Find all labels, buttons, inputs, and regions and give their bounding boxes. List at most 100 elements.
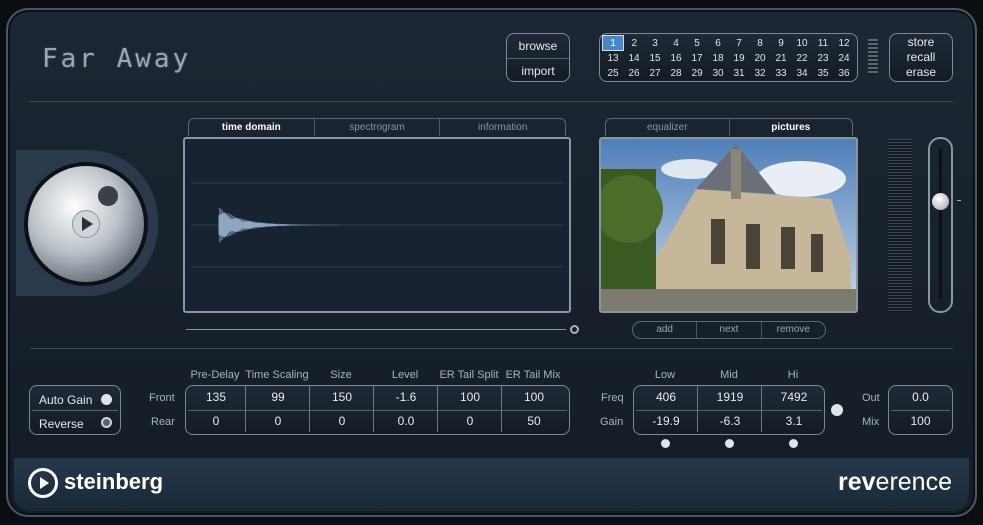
eq-band-toggle[interactable] — [661, 439, 670, 448]
preset-slot[interactable]: 15 — [645, 51, 666, 66]
preset-slot[interactable]: 33 — [771, 66, 792, 81]
auto-gain-toggle[interactable] — [101, 394, 112, 405]
recall-button[interactable]: recall — [890, 50, 952, 65]
preset-slot[interactable]: 32 — [750, 66, 771, 81]
eq-freq-value[interactable]: 406 — [634, 390, 698, 404]
preset-slot[interactable]: 9 — [771, 36, 792, 51]
product-name: reverence — [838, 468, 952, 497]
play-center — [72, 210, 100, 238]
out-value[interactable]: 0.0 — [889, 390, 952, 404]
preset-slot[interactable]: 35 — [813, 66, 834, 81]
preset-slot[interactable]: 6 — [708, 36, 729, 51]
preset-slot[interactable]: 36 — [834, 66, 855, 81]
param-front-value[interactable]: 135 — [186, 390, 246, 404]
eq-band-label: Low — [654, 369, 676, 381]
preset-slot[interactable]: 12 — [834, 36, 855, 51]
param-rear-value[interactable]: 0 — [310, 414, 374, 428]
eq-band-toggle[interactable] — [725, 439, 734, 448]
param-rear-value[interactable]: 0 — [186, 414, 246, 428]
tab-information[interactable]: information — [440, 119, 565, 136]
product-name-rest: erence — [875, 468, 952, 496]
preset-slot[interactable]: 11 — [813, 36, 834, 51]
output-fader[interactable] — [928, 137, 953, 313]
param-front-value[interactable]: 100 — [502, 390, 566, 404]
preset-slot[interactable]: 22 — [792, 51, 813, 66]
eq-band-cell: 406 -19.9 — [634, 386, 698, 432]
preset-slot[interactable]: 27 — [645, 66, 666, 81]
preset-slot[interactable]: 34 — [792, 66, 813, 81]
param-front-value[interactable]: -1.6 — [374, 390, 438, 404]
import-button[interactable]: import — [507, 59, 569, 83]
preset-slot[interactable]: 17 — [687, 51, 708, 66]
reverse-toggle[interactable] — [101, 417, 112, 428]
preset-slot[interactable]: 3 — [645, 36, 666, 51]
out-label: Out — [862, 392, 880, 404]
eq-freq-value[interactable]: 1919 — [698, 390, 762, 404]
remove-picture-button[interactable]: remove — [762, 322, 825, 338]
preset-slot[interactable]: 24 — [834, 51, 855, 66]
preset-slot[interactable]: 13 — [603, 51, 624, 66]
eq-gain-value[interactable]: 3.1 — [762, 414, 826, 428]
preset-slot[interactable]: 29 — [687, 66, 708, 81]
preset-slot[interactable]: 1 — [602, 35, 624, 51]
preset-name-display: Far Away — [42, 44, 192, 74]
preset-slot[interactable]: 2 — [624, 36, 645, 51]
tab-pictures[interactable]: pictures — [730, 119, 853, 136]
param-rear-value[interactable]: 0.0 — [374, 414, 438, 428]
top-divider — [30, 101, 953, 102]
param-rear-value[interactable]: 0 — [246, 414, 310, 428]
preset-slot[interactable]: 20 — [750, 51, 771, 66]
add-picture-button[interactable]: add — [633, 322, 698, 338]
param-rear-value[interactable]: 0 — [438, 414, 502, 428]
scroll-handle[interactable] — [570, 325, 579, 334]
eq-enable-toggle[interactable] — [831, 404, 843, 416]
knob-indicator — [98, 186, 118, 206]
param-cell: 99 0 — [246, 386, 310, 432]
preset-slot[interactable]: 25 — [603, 66, 624, 81]
eq-band-toggle[interactable] — [789, 439, 798, 448]
product-name-bold: rev — [838, 468, 876, 496]
output-level-meter — [888, 139, 912, 312]
parameter-box: 135 0 99 0 150 0 -1.6 0.0 100 0 100 50 — [185, 385, 570, 435]
preset-slot[interactable]: 28 — [666, 66, 687, 81]
param-front-value[interactable]: 100 — [438, 390, 502, 404]
preset-slot[interactable]: 4 — [666, 36, 687, 51]
waveform-display — [183, 137, 571, 313]
eq-gain-value[interactable]: -6.3 — [698, 414, 762, 428]
store-button[interactable]: store — [890, 35, 952, 50]
play-knob[interactable] — [24, 162, 148, 286]
param-cell: 100 50 — [502, 386, 566, 432]
preset-slot[interactable]: 8 — [750, 36, 771, 51]
eq-band-cell: 1919 -6.3 — [698, 386, 762, 432]
preset-slot[interactable]: 7 — [729, 36, 750, 51]
next-picture-button[interactable]: next — [697, 322, 762, 338]
eq-gain-value[interactable]: -19.9 — [634, 414, 698, 428]
preset-slot[interactable]: 10 — [792, 36, 813, 51]
preset-slot[interactable]: 31 — [729, 66, 750, 81]
preset-slot[interactable]: 19 — [729, 51, 750, 66]
param-front-value[interactable]: 150 — [310, 390, 374, 404]
preset-slot[interactable]: 5 — [687, 36, 708, 51]
fader-track — [939, 149, 942, 299]
preset-slot[interactable]: 30 — [708, 66, 729, 81]
mix-value[interactable]: 100 — [889, 414, 952, 428]
waveform-scroll-track[interactable] — [186, 329, 566, 330]
eq-freq-value[interactable]: 7492 — [762, 390, 826, 404]
preset-slot[interactable]: 21 — [771, 51, 792, 66]
erase-button[interactable]: erase — [890, 65, 952, 80]
front-row-label: Front — [149, 392, 175, 404]
preset-slot[interactable]: 16 — [666, 51, 687, 66]
preset-slot[interactable]: 26 — [624, 66, 645, 81]
browse-button[interactable]: browse — [507, 34, 569, 59]
tab-equalizer[interactable]: equalizer — [606, 119, 730, 136]
tab-time-domain[interactable]: time domain — [189, 119, 315, 136]
out-mix-box: 0.0 100 — [888, 385, 953, 435]
preset-slot[interactable]: 23 — [813, 51, 834, 66]
preset-slot[interactable]: 14 — [624, 51, 645, 66]
reverse-label: Reverse — [39, 417, 84, 431]
preset-slot[interactable]: 18 — [708, 51, 729, 66]
param-front-value[interactable]: 99 — [246, 390, 310, 404]
tab-spectrogram[interactable]: spectrogram — [315, 119, 441, 136]
fader-handle[interactable] — [932, 193, 949, 210]
param-rear-value[interactable]: 50 — [502, 414, 566, 428]
